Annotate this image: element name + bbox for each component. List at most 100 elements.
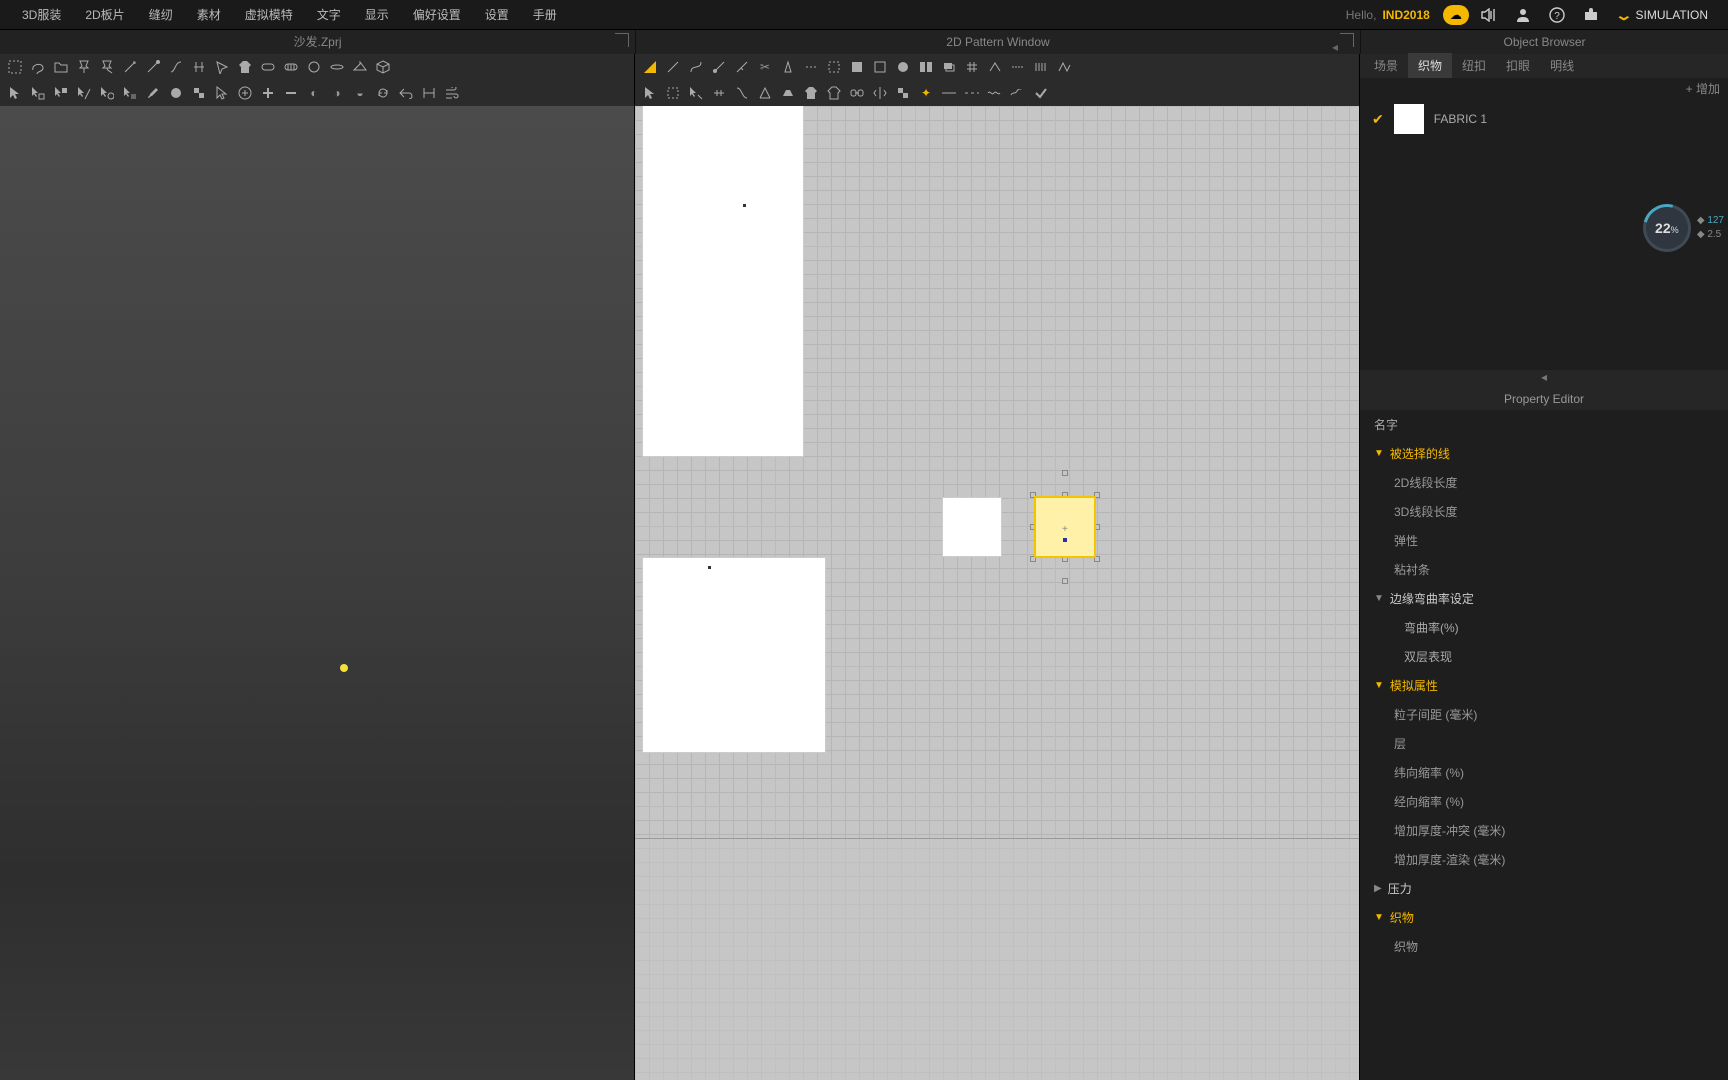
tab-topstitch[interactable]: 明线 — [1540, 53, 1584, 78]
pen-icon[interactable] — [662, 57, 684, 77]
circle-tool-icon[interactable] — [892, 57, 914, 77]
undo-icon[interactable] — [395, 83, 417, 103]
fold-icon[interactable] — [1053, 57, 1075, 77]
user-icon[interactable] — [1509, 4, 1537, 26]
prop-warp[interactable]: 经向缩率 (%) — [1360, 787, 1728, 816]
buttonhole-icon[interactable] — [326, 57, 348, 77]
rect-outline-icon[interactable] — [869, 57, 891, 77]
cube-icon[interactable] — [372, 57, 394, 77]
seam-cursor-icon[interactable] — [685, 83, 707, 103]
pattern-piece-c[interactable] — [943, 498, 1001, 556]
add-icon[interactable] — [257, 83, 279, 103]
button-icon[interactable] — [303, 57, 325, 77]
menu-2d-pattern[interactable]: 2D板片 — [73, 0, 136, 30]
sound-icon[interactable] — [1475, 4, 1503, 26]
fabric-swatch[interactable] — [1394, 104, 1424, 134]
cursor-alt1-icon[interactable] — [211, 83, 233, 103]
panel-splitter[interactable]: ◂ — [1360, 370, 1728, 388]
remove-icon[interactable] — [280, 83, 302, 103]
curve-icon[interactable] — [685, 57, 707, 77]
prop-selected-line[interactable]: ▼被选择的线 — [1360, 439, 1728, 468]
prop-2d-length[interactable]: 2D线段长度 — [1360, 468, 1728, 497]
cloud-icon[interactable]: ☁ — [1443, 5, 1469, 25]
poly-tool-icon[interactable] — [915, 57, 937, 77]
pattern-piece-b[interactable] — [643, 558, 825, 752]
rect-tool-icon[interactable] — [846, 57, 868, 77]
shirt2-icon[interactable] — [800, 83, 822, 103]
viewport-2d[interactable]: ✂ ✦ — [635, 54, 1360, 1080]
edit-icon[interactable] — [708, 57, 730, 77]
tape-icon[interactable] — [257, 57, 279, 77]
iron-icon[interactable] — [777, 83, 799, 103]
prop-name[interactable]: 名字 — [1360, 410, 1728, 439]
merge-icon[interactable] — [418, 83, 440, 103]
opt3-icon[interactable]: ◒ — [349, 83, 371, 103]
prop-edge-curve[interactable]: ▼边缘弯曲率设定 — [1360, 584, 1728, 613]
brush-icon[interactable] — [142, 83, 164, 103]
internal-line-icon[interactable] — [800, 57, 822, 77]
opt1-icon[interactable]: ◐ — [303, 83, 325, 103]
property-list[interactable]: 名字 ▼被选择的线 2D线段长度 3D线段长度 弹性 粘衬条 ▼边缘弯曲率设定 … — [1360, 410, 1728, 1080]
menu-display[interactable]: 显示 — [353, 0, 401, 30]
wave2-icon[interactable] — [1007, 83, 1029, 103]
smooth-icon[interactable] — [165, 83, 187, 103]
tri-marker-icon[interactable] — [639, 57, 661, 77]
popout-icon[interactable] — [615, 33, 629, 47]
menu-manual[interactable]: 手册 — [521, 0, 569, 30]
check-icon[interactable] — [1030, 83, 1052, 103]
rotate-handle-b[interactable] — [1062, 578, 1068, 584]
trace-icon[interactable] — [662, 83, 684, 103]
cursor-icon[interactable] — [4, 83, 26, 103]
wave1-icon[interactable] — [984, 83, 1006, 103]
needle-icon[interactable] — [119, 57, 141, 77]
add-circle-icon[interactable] — [234, 83, 256, 103]
needle-dot-icon[interactable] — [142, 57, 164, 77]
simulation-button[interactable]: ⌄ SIMULATION — [1608, 8, 1718, 22]
fold-arrange-icon[interactable] — [754, 83, 776, 103]
prop-3d-length[interactable]: 3D线段长度 — [1360, 497, 1728, 526]
tape-line-icon[interactable] — [280, 57, 302, 77]
prop-thk-render[interactable]: 增加厚度-渲染 (毫米) — [1360, 845, 1728, 874]
hanger-icon[interactable] — [349, 57, 371, 77]
symmetry-icon[interactable] — [869, 83, 891, 103]
path-icon[interactable] — [165, 57, 187, 77]
viewport-3d[interactable]: ◐ ◑ ◒ — [0, 54, 635, 1080]
pin-icon[interactable] — [73, 57, 95, 77]
prop-double[interactable]: 双层表现 — [1360, 642, 1728, 671]
menu-preferences[interactable]: 偏好设置 — [401, 0, 473, 30]
line2-icon[interactable] — [961, 83, 983, 103]
help-icon[interactable]: ? — [1543, 4, 1571, 26]
folder-icon[interactable] — [50, 57, 72, 77]
seam-edit-icon[interactable] — [708, 83, 730, 103]
menu-text[interactable]: 文字 — [305, 0, 353, 30]
topstitch-icon[interactable] — [1007, 57, 1029, 77]
notch-icon[interactable] — [984, 57, 1006, 77]
menu-avatar[interactable]: 虚拟模特 — [233, 0, 305, 30]
prop-weft[interactable]: 纬向缩率 (%) — [1360, 758, 1728, 787]
prop-fabric-sub[interactable]: 织物 — [1360, 932, 1728, 961]
selection-bounding-box[interactable]: + — [1022, 470, 1112, 584]
grid-icon[interactable] — [961, 57, 983, 77]
wind-icon[interactable] — [441, 83, 463, 103]
prop-sim[interactable]: ▼模拟属性 — [1360, 671, 1728, 700]
tab-fabric[interactable]: 织物 — [1408, 53, 1452, 78]
stack-icon[interactable] — [938, 57, 960, 77]
internal-rect-icon[interactable] — [823, 57, 845, 77]
shirt-seam-icon[interactable] — [823, 83, 845, 103]
checker2-icon[interactable] — [892, 83, 914, 103]
lasso-icon[interactable] — [27, 57, 49, 77]
menu-sewing[interactable]: 缝纫 — [137, 0, 185, 30]
tab-scene[interactable]: 场景 — [1364, 53, 1408, 78]
user-name[interactable]: IND2018 — [1382, 8, 1429, 22]
pattern-piece-a[interactable] — [643, 106, 803, 456]
cursor2-icon[interactable] — [639, 83, 661, 103]
menu-settings[interactable]: 设置 — [473, 0, 521, 30]
shirt-icon[interactable] — [234, 57, 256, 77]
select-box-icon[interactable] — [4, 57, 26, 77]
puzzle-icon[interactable] — [1577, 4, 1605, 26]
pin-curve-icon[interactable] — [96, 57, 118, 77]
menu-3d-garment[interactable]: 3D服装 — [10, 0, 73, 30]
tab-button[interactable]: 纽扣 — [1452, 53, 1496, 78]
add-fabric-button[interactable]: + 增加 — [1360, 78, 1728, 98]
sync-icon[interactable] — [372, 83, 394, 103]
